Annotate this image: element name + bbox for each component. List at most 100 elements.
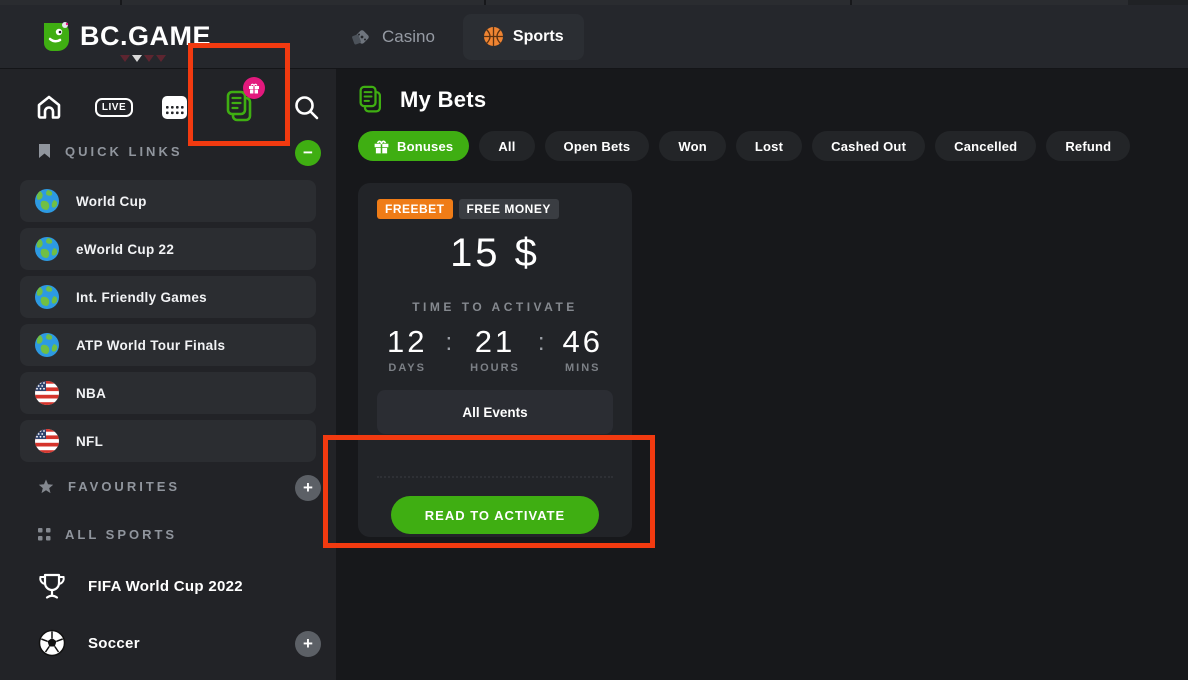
filter-chip-label: Won [678,139,707,154]
filter-chip-lost[interactable]: Lost [736,131,802,161]
favourites-header: FAVOURITES [38,479,180,494]
usa-flag-icon [34,380,60,406]
favourites-add-button[interactable]: + [295,475,321,501]
home-icon[interactable] [33,85,65,129]
filter-chip-refund[interactable]: Refund [1046,131,1130,161]
sidebar-item-nfl[interactable]: NFL [20,420,316,462]
filter-chip-bonuses[interactable]: Bonuses [358,131,469,161]
countdown-mins-label: MINS [563,362,603,374]
sidebar-item-eworld-cup-22[interactable]: eWorld Cup 22 [20,228,316,270]
sidebar-item-int-friendly-games[interactable]: Int. Friendly Games [20,276,316,318]
sidebar-item-label: Int. Friendly Games [76,290,207,305]
bcgame-logo-text: BC.GAME [80,21,211,52]
globe-icon [34,332,60,358]
quick-links-collapse-button[interactable]: − [295,140,321,166]
sidebar-item-atp-world-tour-finals[interactable]: ATP World Tour Finals [20,324,316,366]
search-icon[interactable] [290,85,322,129]
filter-chip-label: Open Bets [564,139,631,154]
countdown-separator: : [538,324,545,374]
bcgame-logo-icon [38,19,74,55]
sidebar-item-label: NFL [76,434,103,449]
sidebar-item-soccer[interactable]: Soccer [38,629,140,657]
all-sports-header: ALL SPORTS [38,527,177,542]
main-content: My Bets Bonuses All Open Bets Won Lost C… [336,69,1188,680]
live-icon[interactable]: LIVE [95,85,133,129]
tab-sports[interactable]: Sports [463,14,584,60]
sidebar-item-world-cup[interactable]: World Cup [20,180,316,222]
all-events-button-label: All Events [462,405,527,420]
soccer-add-button[interactable]: + [295,631,321,657]
countdown-separator: : [445,324,452,374]
sidebar-item-label: Soccer [88,635,140,652]
soccer-ball-icon [38,629,66,657]
free-money-badge: FREE MONEY [459,199,559,219]
gift-icon [374,139,389,154]
sidebar-item-label: FIFA World Cup 2022 [88,578,243,595]
read-to-activate-button[interactable]: READ TO ACTIVATE [391,496,599,534]
tab-casino-label: Casino [382,27,435,47]
usa-flag-icon [34,428,60,454]
page-header: My Bets [358,85,486,115]
filter-chips: Bonuses All Open Bets Won Lost Cashed Ou… [358,131,1130,161]
my-bets-icon[interactable] [225,85,257,129]
globe-icon [34,236,60,262]
sidebar: LIVE [0,69,336,680]
my-bets-page-icon [358,85,386,115]
all-events-button[interactable]: All Events [377,390,613,434]
filter-chip-label: Bonuses [397,139,453,154]
favourites-header-label: FAVOURITES [68,479,180,494]
sidebar-item-label: NBA [76,386,106,401]
live-icon-label: LIVE [95,98,133,117]
basketball-icon [483,26,504,47]
logo-bunting-decoration [120,55,166,62]
bookmark-icon [38,143,51,159]
sidebar-item-label: World Cup [76,194,147,209]
sidebar-icon-row: LIVE [0,85,336,129]
filter-chip-label: Cashed Out [831,139,906,154]
top-navbar: BC.GAME Casino Sports [0,5,1188,69]
countdown-days-value: 12 [387,324,427,360]
countdown-hours-value: 21 [470,324,520,360]
timer-label: TIME TO ACTIVATE [377,300,613,314]
tab-casino[interactable]: Casino [351,26,435,48]
countdown-mins: 46 MINS [563,324,603,374]
globe-icon [34,188,60,214]
minus-icon: − [303,143,313,163]
schedule-icon[interactable] [158,85,190,129]
filter-chip-label: All [498,139,515,154]
filter-chip-open-bets[interactable]: Open Bets [545,131,650,161]
countdown-mins-value: 46 [563,324,603,360]
freebet-badge: FREEBET [377,199,453,219]
casino-dice-icon [351,26,373,48]
bcgame-logo[interactable]: BC.GAME [38,19,211,55]
sidebar-item-fifa-world-cup-2022[interactable]: FIFA World Cup 2022 [38,573,243,600]
sidebar-item-nba[interactable]: NBA [20,372,316,414]
filter-chip-cancelled[interactable]: Cancelled [935,131,1036,161]
countdown-hours-label: HOURS [470,362,520,374]
filter-chip-all[interactable]: All [479,131,534,161]
trophy-icon [38,573,66,600]
bonus-badges: FREEBET FREE MONEY [377,199,613,219]
plus-icon: + [303,634,313,654]
all-sports-header-label: ALL SPORTS [65,527,177,542]
bonus-card: FREEBET FREE MONEY 15 $ TIME TO ACTIVATE… [358,183,632,537]
grid-icon [38,528,51,541]
filter-chip-label: Refund [1065,139,1111,154]
quick-links-header: QUICK LINKS [38,143,183,159]
filter-chip-won[interactable]: Won [659,131,726,161]
card-divider [377,476,613,478]
read-to-activate-button-label: READ TO ACTIVATE [425,508,565,523]
globe-icon [34,284,60,310]
tab-sports-label: Sports [513,28,564,46]
countdown-hours: 21 HOURS [470,324,520,374]
sidebar-item-label: ATP World Tour Finals [76,338,225,353]
bonus-amount: 15 $ [377,231,613,276]
filter-chip-cashed-out[interactable]: Cashed Out [812,131,925,161]
quick-links-header-label: QUICK LINKS [65,144,183,159]
star-icon [38,479,54,494]
countdown-days-label: DAYS [387,362,427,374]
countdown-timer: 12 DAYS : 21 HOURS : 46 MINS [377,324,613,374]
plus-icon: + [303,478,313,498]
sidebar-item-label: eWorld Cup 22 [76,242,174,257]
countdown-days: 12 DAYS [387,324,427,374]
